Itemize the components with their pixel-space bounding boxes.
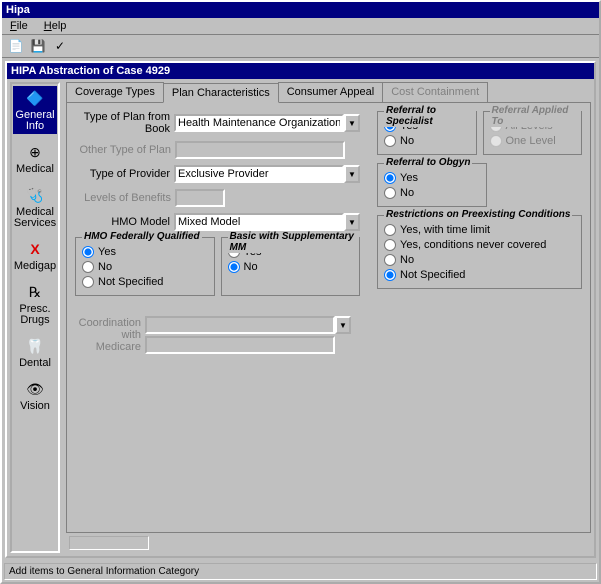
sidebar-item-label: Presc. Drugs [13,304,57,326]
sidebar-item-label: Vision [20,401,50,412]
save-icon[interactable]: 💾 [30,38,46,54]
menu-help[interactable]: Help [40,19,71,33]
radio-ref-obgyn-no[interactable]: No [384,187,480,199]
chevron-down-icon[interactable]: ▼ [344,114,360,132]
radio-hmo-fq-ns[interactable]: Not Specified [82,276,208,288]
subwindow-title: HIPA Abstraction of Case 4929 [7,63,594,79]
group-referral-specialist: Referral to Specialist Yes No [377,111,477,155]
services-icon: 🩺 [25,185,45,205]
label-type-of-provider: Type of Provider [75,168,174,180]
group-title: Referral to Obgyn [384,157,472,168]
sidebar-item-medical[interactable]: ⊕ Medical [13,140,57,177]
group-referral-applied: Referral Applied To All Levels One Level [483,111,583,155]
sidebar-item-medigap[interactable]: X Medigap [13,237,57,274]
radio-preexist-no[interactable]: No [384,254,575,266]
progress-bar [69,536,149,550]
toolbar-icon-3[interactable]: ✓ [52,38,68,54]
type-of-plan-input[interactable] [174,114,344,132]
type-of-provider-input[interactable] [174,165,344,183]
tab-coverage-types[interactable]: Coverage Types [66,82,164,102]
other-type-input [175,141,345,159]
group-title: Restrictions on Preexisting Conditions [384,209,572,220]
label-other-type: Other Type of Plan [75,144,175,156]
radio-hmo-fq-no[interactable]: No [82,261,208,273]
tab-consumer-appeal[interactable]: Consumer Appeal [278,82,383,102]
group-basic-mm: Basic with Supplementary MM Yes No [221,237,361,296]
vision-icon: 👁 [25,379,45,399]
radio-ref-applied-one: One Level [490,135,576,147]
sidebar-item-vision[interactable]: 👁 Vision [13,377,57,414]
sidebar-item-general-info[interactable]: 🔷 General Info [13,86,57,134]
radio-basic-mm-no[interactable]: No [228,261,354,273]
toolbar-icon-1[interactable]: 📄 [8,38,24,54]
tab-panel: Type of Plan from Book ▼ Other Type of P… [66,102,591,533]
coordination-input [145,316,335,334]
group-referral-obgyn: Referral to Obgyn Yes No [377,163,487,207]
sidebar-item-medical-services[interactable]: 🩺 Medical Services [13,183,57,231]
group-hmo-fq: HMO Federally Qualified Yes No Not Speci… [75,237,215,296]
label-type-of-plan: Type of Plan from Book [75,111,174,135]
status-bar: Add items to General Information Categor… [4,563,597,580]
sidebar-item-label: Dental [19,358,51,369]
window-title: Hipa [6,4,30,16]
tab-cost-containment: Cost Containment [382,82,488,102]
radio-ref-spec-no[interactable]: No [384,135,470,147]
sidebar-item-label: General Info [13,110,57,132]
sidebar: 🔷 General Info ⊕ Medical 🩺 Medical Servi… [10,82,60,553]
label-coord: Coordination with Medicare [75,317,145,353]
radio-preexist-yes-never[interactable]: Yes, conditions never covered [384,239,575,251]
chevron-down-icon[interactable]: ▼ [344,213,360,231]
hmo-model-input[interactable] [174,213,344,231]
group-preexisting: Restrictions on Preexisting Conditions Y… [377,215,582,289]
menu-file[interactable]: File [6,19,32,33]
group-title: Basic with Supplementary MM [228,231,360,253]
medical-icon: ⊕ [25,142,45,162]
menubar: File Help [2,18,599,35]
chevron-down-icon[interactable]: ▼ [335,316,351,334]
rx-icon: ℞ [25,282,45,302]
radio-hmo-fq-yes[interactable]: Yes [82,246,208,258]
coordination-input-2 [145,336,335,354]
medigap-icon: X [25,239,45,259]
tab-plan-characteristics[interactable]: Plan Characteristics [163,83,279,103]
info-icon: 🔷 [25,88,45,108]
sidebar-item-label: Medical [16,164,54,175]
radio-ref-obgyn-yes[interactable]: Yes [384,172,480,184]
sidebar-item-presc-drugs[interactable]: ℞ Presc. Drugs [13,280,57,328]
sidebar-item-label: Medical Services [13,207,57,229]
chevron-down-icon[interactable]: ▼ [344,165,360,183]
tab-strip: Coverage Types Plan Characteristics Cons… [66,82,591,102]
label-hmo-model: HMO Model [75,216,174,228]
radio-preexist-yes-limit[interactable]: Yes, with time limit [384,224,575,236]
dental-icon: 🦷 [25,336,45,356]
group-title: HMO Federally Qualified [82,231,202,242]
label-levels-benefits: Levels of Benefits [75,192,175,204]
sidebar-item-dental[interactable]: 🦷 Dental [13,334,57,371]
toolbar: 📄 💾 ✓ [2,35,599,58]
group-title: Referral Applied To [490,105,582,127]
levels-benefits-input [175,189,225,207]
titlebar: Hipa [2,2,599,18]
sidebar-item-label: Medigap [14,261,56,272]
group-title: Referral to Specialist [384,105,476,127]
radio-preexist-ns[interactable]: Not Specified [384,269,575,281]
